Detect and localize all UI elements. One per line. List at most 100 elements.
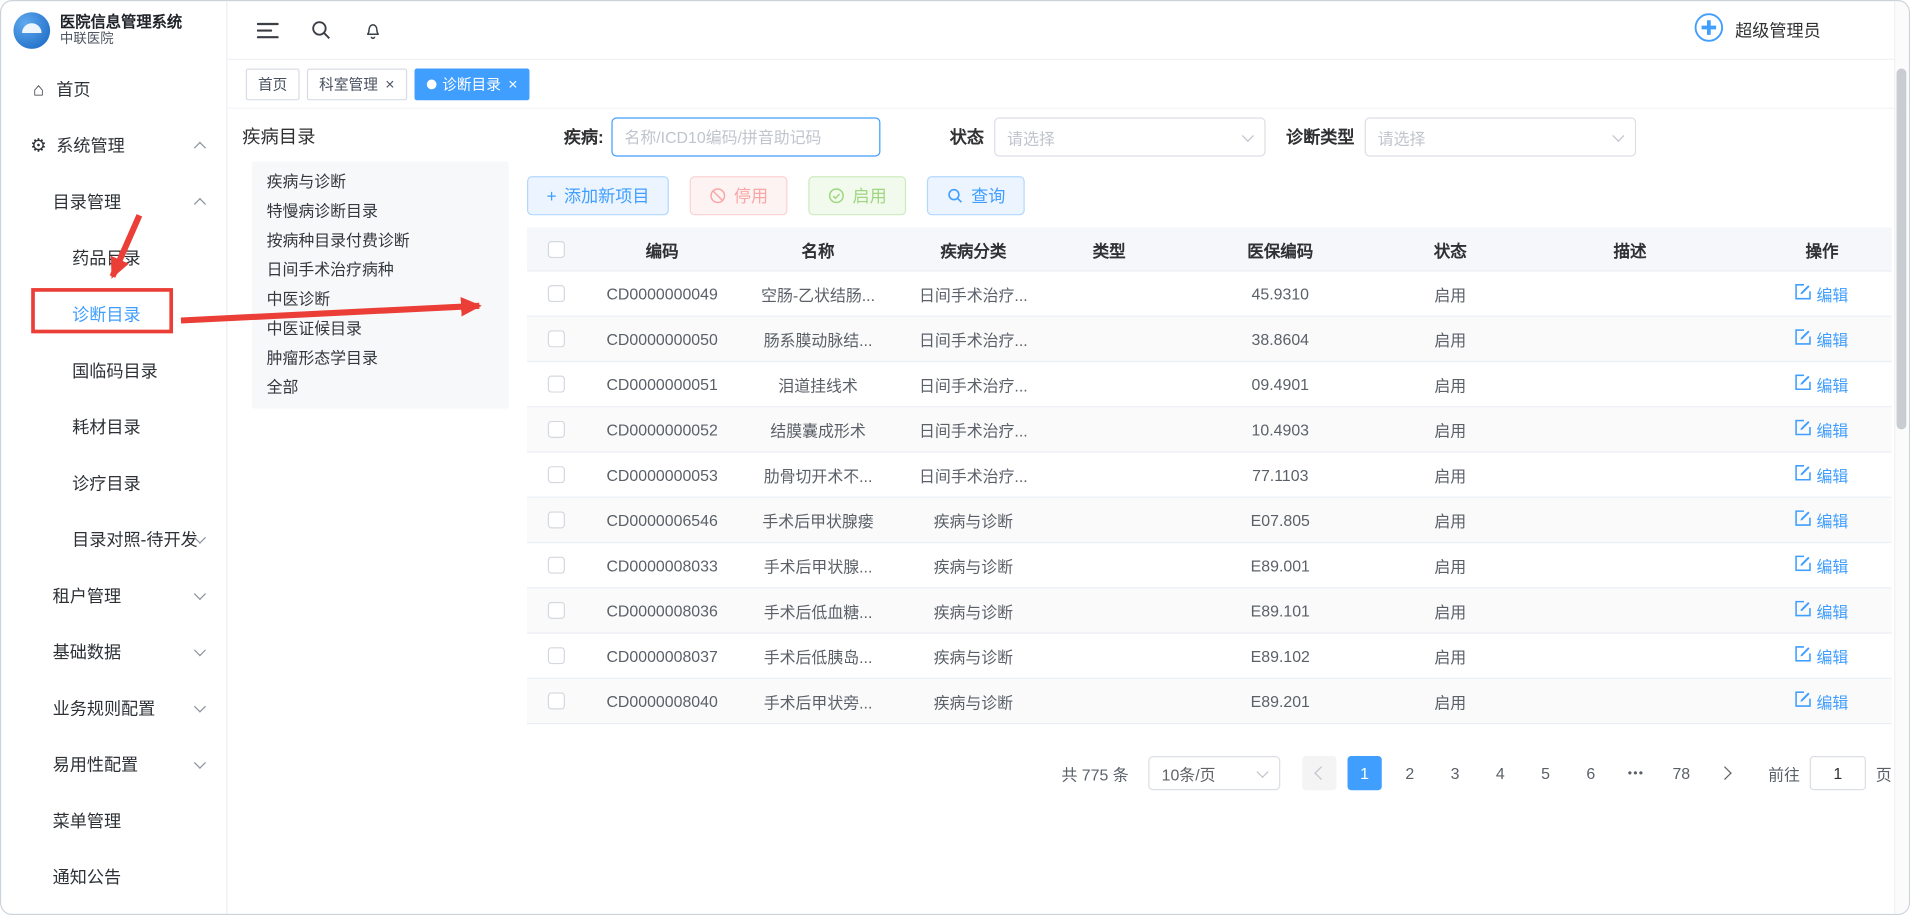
row-checkbox[interactable] [547,647,564,664]
sidebar-item-notice-announcement[interactable]: 通知公告 [1,849,226,905]
edit-button[interactable]: 编辑 [1796,282,1849,305]
sidebar-item-label: 目录对照-待开发 [72,527,198,551]
chevron-left-icon [1314,766,1328,780]
sidebar-item-label: 易用性配置 [53,752,139,776]
collapse-menu-icon[interactable] [257,20,279,40]
query-button[interactable]: 查询 [927,176,1025,215]
row-checkbox[interactable] [547,376,564,393]
edit-button[interactable]: 编辑 [1796,418,1849,441]
bell-icon[interactable] [363,19,383,41]
edit-button[interactable]: 编辑 [1796,508,1849,531]
disease-search-input[interactable] [611,117,880,156]
catalog-item[interactable]: 肿瘤形态学目录 [252,344,509,373]
catalog-item[interactable]: 日间手术治疗病种 [252,256,509,285]
checkbox-cell [527,511,584,528]
column-header: 名称 [740,237,897,261]
tab-diagnosis-catalog[interactable]: 诊断目录× [414,68,530,100]
search-icon[interactable] [311,20,332,41]
catalog-item[interactable]: 特慢病诊断目录 [252,197,509,226]
page-78-button[interactable]: 78 [1664,756,1698,790]
catalog-panel: 疾病目录 疾病与诊断特慢病诊断目录按病种目录付费诊断日间手术治疗病种中医诊断中医… [240,117,509,913]
edit-button[interactable]: 编辑 [1796,599,1849,622]
pages-ellipsis[interactable]: ••• [1619,766,1653,779]
sidebar-item-label: 租户管理 [53,584,121,608]
sidebar-item-home[interactable]: ⌂ 首页 [1,61,226,117]
sidebar-item-menu-management[interactable]: 菜单管理 [1,793,226,849]
page-4-button[interactable]: 4 [1483,756,1517,790]
page-6-button[interactable]: 6 [1574,756,1608,790]
cell-status: 启用 [1393,599,1508,622]
page-2-button[interactable]: 2 [1393,756,1427,790]
cell-insurance_code: E89.102 [1168,647,1393,665]
sidebar-item-drug-catalog[interactable]: 药品目录 [1,230,226,286]
select-all-checkbox[interactable] [547,240,564,257]
cell-status: 启用 [1393,689,1508,712]
edit-button[interactable]: 编辑 [1796,644,1849,667]
edit-button[interactable]: 编辑 [1796,463,1849,486]
edit-button[interactable]: 编辑 [1796,372,1849,395]
disable-button[interactable]: 停用 [690,176,788,215]
row-checkbox[interactable] [547,692,564,709]
cell-insurance_code: 09.4901 [1168,375,1393,393]
close-icon[interactable]: × [385,76,394,92]
hospital-name: 中联医院 [60,32,182,48]
data-table: 编码名称疾病分类类型医保编码状态描述操作 CD0000000049空肠-乙状结肠… [527,228,1892,725]
edit-button[interactable]: 编辑 [1796,689,1849,712]
next-page-button[interactable] [1709,756,1743,790]
sidebar-item-national-clinical-code-catalog[interactable]: 国临码目录 [1,343,226,399]
close-icon[interactable]: × [508,76,517,92]
catalog-item[interactable]: 全部 [252,373,509,402]
cell-status: 启用 [1393,463,1508,486]
catalog-item[interactable]: 中医证候目录 [252,314,509,343]
sidebar-item-basic-data[interactable]: 基础数据 [1,624,226,680]
row-checkbox[interactable] [547,602,564,619]
sidebar-item-diagnosis-catalog[interactable]: 诊断目录 [1,286,226,342]
status-select[interactable]: 请选择 [994,117,1265,156]
add-item-button[interactable]: + 添加新项目 [527,176,669,215]
scrollbar-track[interactable] [1894,1,1909,914]
row-checkbox[interactable] [547,421,564,438]
edit-icon [1796,691,1812,711]
edit-button[interactable]: 编辑 [1796,554,1849,577]
catalog-item[interactable]: 中医诊断 [252,285,509,314]
checkbox-cell [527,421,584,438]
page-1-button[interactable]: 1 [1347,756,1381,790]
catalog-item[interactable]: 疾病与诊断 [252,168,509,197]
tab-department-management[interactable]: 科室管理× [307,68,407,100]
checkbox-cell [527,240,584,257]
row-checkbox[interactable] [547,466,564,483]
row-checkbox[interactable] [547,330,564,347]
page-5-button[interactable]: 5 [1528,756,1562,790]
sidebar-item-treatment-catalog[interactable]: 诊疗目录 [1,455,226,511]
page-size-select[interactable]: 10条/页 [1148,756,1280,790]
cell-status: 启用 [1393,508,1508,531]
edit-button[interactable]: 编辑 [1796,327,1849,350]
user-menu[interactable]: 超级管理员 [1694,12,1821,49]
cell-status: 启用 [1393,644,1508,667]
sidebar-item-business-rule-config[interactable]: 业务规则配置 [1,680,226,736]
sidebar-item-usability-config[interactable]: 易用性配置 [1,736,226,792]
prev-page-button[interactable] [1302,756,1336,790]
diagnosis-type-select[interactable]: 请选择 [1364,117,1635,156]
edit-label: 编辑 [1816,372,1848,395]
diagnosis-type-select-value: 请选择 [1378,125,1426,148]
scrollbar-thumb[interactable] [1897,69,1907,430]
goto-page-input[interactable] [1810,756,1866,790]
catalog-item[interactable]: 按病种目录付费诊断 [252,226,509,255]
row-checkbox[interactable] [547,285,564,302]
sidebar-item-label: 首页 [56,77,90,101]
sidebar-item-label: 国临码目录 [72,358,158,382]
cell-actions: 编辑 [1752,327,1891,350]
enable-button[interactable]: 启用 [809,176,907,215]
home-icon: ⌂ [28,79,49,100]
row-checkbox[interactable] [547,511,564,528]
row-checkbox[interactable] [547,557,564,574]
tab-home[interactable]: 首页 [246,68,300,100]
page-3-button[interactable]: 3 [1438,756,1472,790]
sidebar-item-consumables-catalog[interactable]: 耗材目录 [1,399,226,455]
sidebar-item-tenant-management[interactable]: 租户管理 [1,568,226,624]
sidebar-item-catalog-mapping-todo[interactable]: 目录对照-待开发 [1,511,226,567]
sidebar-item-system-management[interactable]: ⚙系统管理 [1,117,226,173]
sidebar-item-catalog-management[interactable]: 目录管理 [1,174,226,230]
chevron-down-icon [194,588,206,600]
